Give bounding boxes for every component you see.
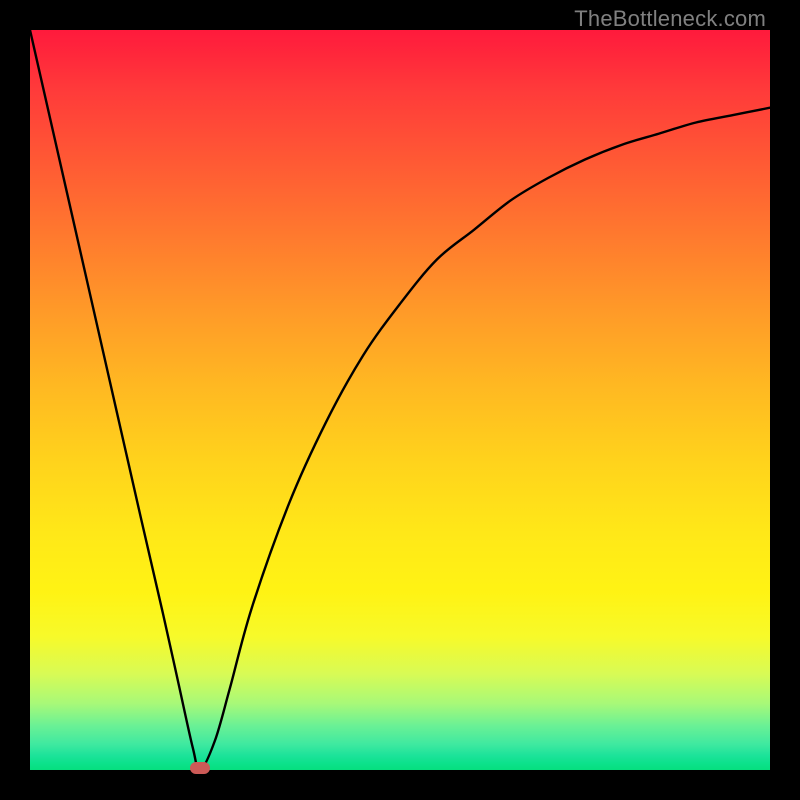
bottleneck-curve — [30, 30, 770, 770]
optimum-marker — [190, 762, 210, 774]
chart-frame: TheBottleneck.com — [0, 0, 800, 800]
watermark-text: TheBottleneck.com — [574, 6, 766, 32]
